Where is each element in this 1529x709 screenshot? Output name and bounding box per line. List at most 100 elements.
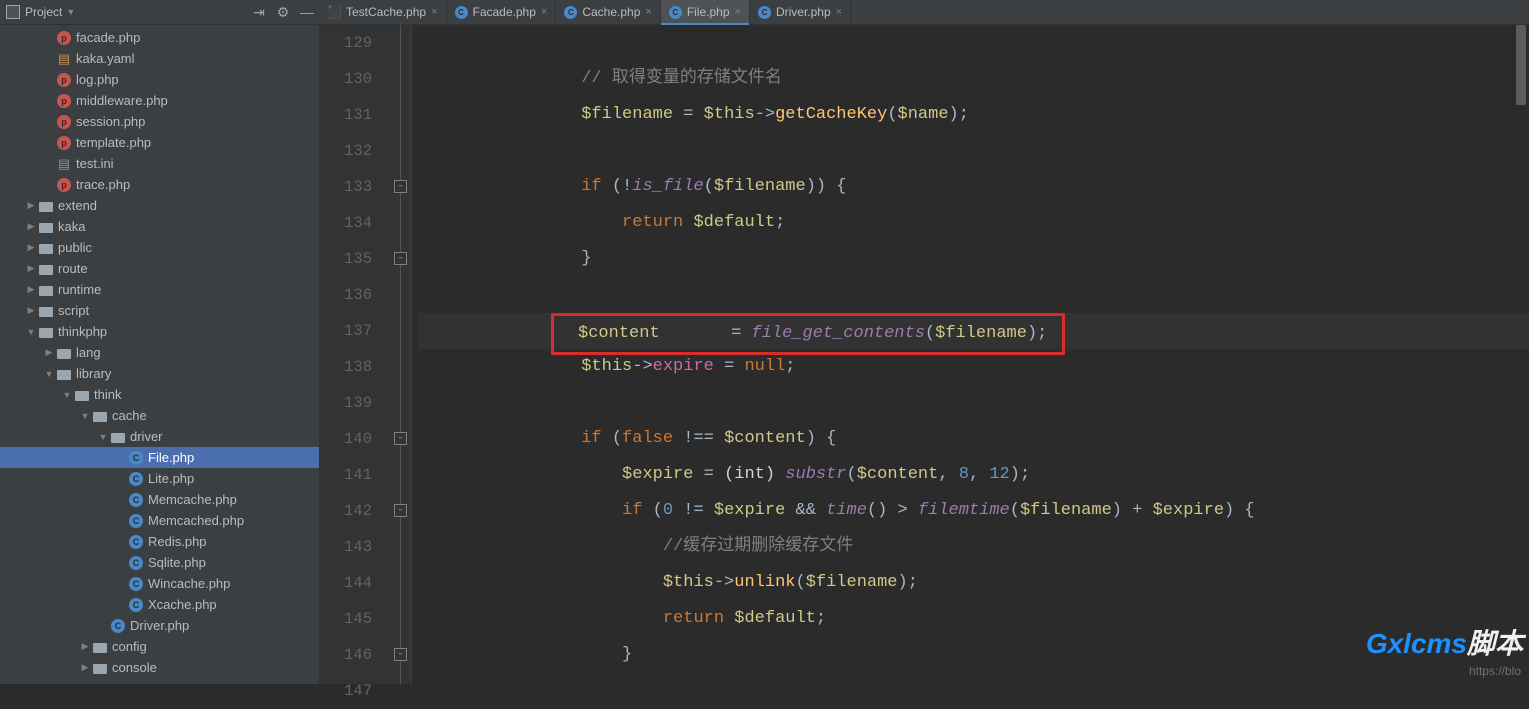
tree-item-route[interactable]: route — [0, 258, 319, 279]
expand-arrow-icon[interactable] — [26, 263, 36, 274]
line-number: 135 — [320, 241, 372, 277]
tree-item-xcache-php[interactable]: CXcache.php — [0, 594, 319, 615]
tree-item-test-ini[interactable]: ▤test.ini — [0, 153, 319, 174]
collapse-icon[interactable]: ⇥ — [252, 5, 266, 19]
line-number: 145 — [320, 601, 372, 637]
hide-icon[interactable]: — — [300, 5, 314, 19]
tree-item-label: Memcached.php — [148, 513, 244, 528]
expand-arrow-icon[interactable] — [98, 432, 108, 442]
folder-icon — [56, 366, 72, 382]
tab-label: Driver.php — [776, 5, 831, 19]
tree-item-kaka-yaml[interactable]: ▤kaka.yaml — [0, 48, 319, 69]
tree-item-session-php[interactable]: psession.php — [0, 111, 319, 132]
tab-file-php[interactable]: CFile.php× — [661, 0, 750, 24]
tree-item-lite-php[interactable]: CLite.php — [0, 468, 319, 489]
tree-item-file-php[interactable]: CFile.php — [0, 447, 319, 468]
folder-icon — [92, 408, 108, 424]
fold-marker-icon[interactable]: – — [394, 648, 407, 661]
expand-arrow-icon[interactable] — [80, 411, 90, 421]
fold-marker-icon[interactable]: – — [394, 504, 407, 517]
tree-item-console[interactable]: console — [0, 657, 319, 678]
tree-item-label: Memcache.php — [148, 492, 237, 507]
code-content[interactable]: // 取得变量的存储文件名 $filename = $this->getCach… — [412, 25, 1529, 684]
line-gutter: 1291301311321331341351361371381391401411… — [320, 25, 390, 684]
tree-item-extend[interactable]: extend — [0, 195, 319, 216]
close-tab-icon[interactable]: × — [735, 6, 741, 18]
php-file-icon: p — [56, 72, 72, 88]
code-line: if (!is_file($filename)) { — [418, 169, 1529, 205]
gear-icon[interactable]: ⚙ — [276, 5, 290, 19]
expand-arrow-icon[interactable] — [80, 662, 90, 673]
tree-item-public[interactable]: public — [0, 237, 319, 258]
tree-item-sqlite-php[interactable]: CSqlite.php — [0, 552, 319, 573]
expand-arrow-icon[interactable] — [44, 347, 54, 358]
tree-item-log-php[interactable]: plog.php — [0, 69, 319, 90]
tree-item-label: File.php — [148, 450, 194, 465]
tree-item-label: trace.php — [76, 177, 130, 192]
fold-marker-icon[interactable]: – — [394, 180, 407, 193]
tree-item-config[interactable]: config — [0, 636, 319, 657]
tree-item-label: driver — [130, 429, 163, 444]
php-file-icon: p — [56, 135, 72, 151]
code-line: return $default; — [418, 601, 1529, 637]
expand-arrow-icon[interactable] — [26, 327, 36, 337]
ini-file-icon: ▤ — [56, 156, 72, 172]
close-tab-icon[interactable]: × — [541, 6, 547, 18]
fold-marker-icon[interactable]: – — [394, 252, 407, 265]
close-tab-icon[interactable]: × — [645, 6, 651, 18]
tree-item-middleware-php[interactable]: pmiddleware.php — [0, 90, 319, 111]
tree-item-driver[interactable]: driver — [0, 426, 319, 447]
tree-item-kaka[interactable]: kaka — [0, 216, 319, 237]
tab-facade-php[interactable]: CFacade.php× — [447, 0, 557, 24]
code-editor[interactable]: 1291301311321331341351361371381391401411… — [320, 25, 1529, 684]
code-line: // 取得变量的存储文件名 — [418, 61, 1529, 97]
tree-item-runtime[interactable]: runtime — [0, 279, 319, 300]
tree-item-script[interactable]: script — [0, 300, 319, 321]
tree-item-memcache-php[interactable]: CMemcache.php — [0, 489, 319, 510]
tab-testcache-php[interactable]: ⬛TestCache.php× — [320, 0, 447, 24]
expand-arrow-icon[interactable] — [44, 369, 54, 379]
line-number: 142 — [320, 493, 372, 529]
expand-arrow-icon[interactable] — [26, 305, 36, 316]
tree-item-label: template.php — [76, 135, 151, 150]
project-tree[interactable]: pfacade.php▤kaka.yamlplog.phppmiddleware… — [0, 25, 320, 684]
expand-arrow-icon[interactable] — [26, 284, 36, 295]
tree-item-think[interactable]: think — [0, 384, 319, 405]
php-file-icon: p — [56, 177, 72, 193]
php-tab-icon: C — [455, 6, 468, 19]
tree-item-cache[interactable]: cache — [0, 405, 319, 426]
tree-item-library[interactable]: library — [0, 363, 319, 384]
tree-item-label: kaka — [58, 219, 85, 234]
tab-driver-php[interactable]: CDriver.php× — [750, 0, 851, 24]
tree-item-lang[interactable]: lang — [0, 342, 319, 363]
tree-item-label: config — [112, 639, 147, 654]
tree-item-driver-php[interactable]: CDriver.php — [0, 615, 319, 636]
expand-arrow-icon[interactable] — [26, 242, 36, 253]
editor-scrollbar[interactable] — [1516, 25, 1526, 105]
code-line: //缓存过期删除缓存文件 — [418, 529, 1529, 565]
code-line: $this->unlink($filename); — [418, 565, 1529, 601]
close-tab-icon[interactable]: × — [431, 6, 437, 18]
tree-item-thinkphp[interactable]: thinkphp — [0, 321, 319, 342]
tree-item-memcached-php[interactable]: CMemcached.php — [0, 510, 319, 531]
php-file-icon: p — [56, 114, 72, 130]
fold-marker-icon[interactable]: – — [394, 432, 407, 445]
tree-item-label: library — [76, 366, 111, 381]
class-file-icon: C — [128, 576, 144, 592]
line-number: 136 — [320, 277, 372, 313]
tree-item-trace-php[interactable]: p trace.php — [0, 174, 319, 195]
expand-arrow-icon[interactable] — [26, 200, 36, 211]
tab-cache-php[interactable]: CCache.php× — [556, 0, 660, 24]
tree-item-wincache-php[interactable]: CWincache.php — [0, 573, 319, 594]
project-tool-header[interactable]: Project ▼ ⇥ ⚙ — — [0, 0, 320, 25]
tree-item-redis-php[interactable]: CRedis.php — [0, 531, 319, 552]
tree-item-facade-php[interactable]: pfacade.php — [0, 27, 319, 48]
fold-strip[interactable]: – – – – – — [390, 25, 412, 684]
tree-item-template-php[interactable]: p template.php — [0, 132, 319, 153]
tree-item-label: Sqlite.php — [148, 555, 206, 570]
tab-label: Cache.php — [582, 5, 640, 19]
expand-arrow-icon[interactable] — [80, 641, 90, 652]
expand-arrow-icon[interactable] — [62, 390, 72, 400]
expand-arrow-icon[interactable] — [26, 221, 36, 232]
close-tab-icon[interactable]: × — [836, 6, 842, 18]
